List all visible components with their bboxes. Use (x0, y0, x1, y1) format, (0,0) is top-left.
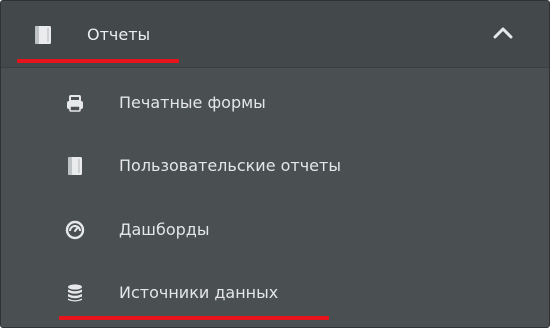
menu-item-dashboards[interactable]: Дашборды (1, 198, 549, 262)
menu-item-label: Печатные формы (119, 93, 266, 112)
header-highlight-underline (17, 59, 179, 63)
printer-icon (65, 93, 85, 113)
reports-menu-panel: Отчеты Печатные формы Пользовательские о (0, 0, 550, 328)
dashboard-gauge-icon (65, 220, 85, 240)
menu-item-label: Источники данных (119, 283, 279, 302)
menu-item-print-forms[interactable]: Печатные формы (1, 71, 549, 135)
menu-item-label: Пользовательские отчеты (119, 156, 341, 175)
menu-item-user-reports[interactable]: Пользовательские отчеты (1, 134, 549, 198)
database-icon (65, 283, 85, 303)
menu-item-label: Дашборды (119, 220, 210, 239)
item-highlight-underline (59, 316, 329, 320)
book-icon (34, 25, 52, 45)
reports-section-header[interactable]: Отчеты (1, 1, 549, 68)
reports-section-label: Отчеты (87, 25, 151, 44)
chevron-up-icon[interactable] (492, 25, 514, 41)
book-icon (65, 156, 85, 176)
